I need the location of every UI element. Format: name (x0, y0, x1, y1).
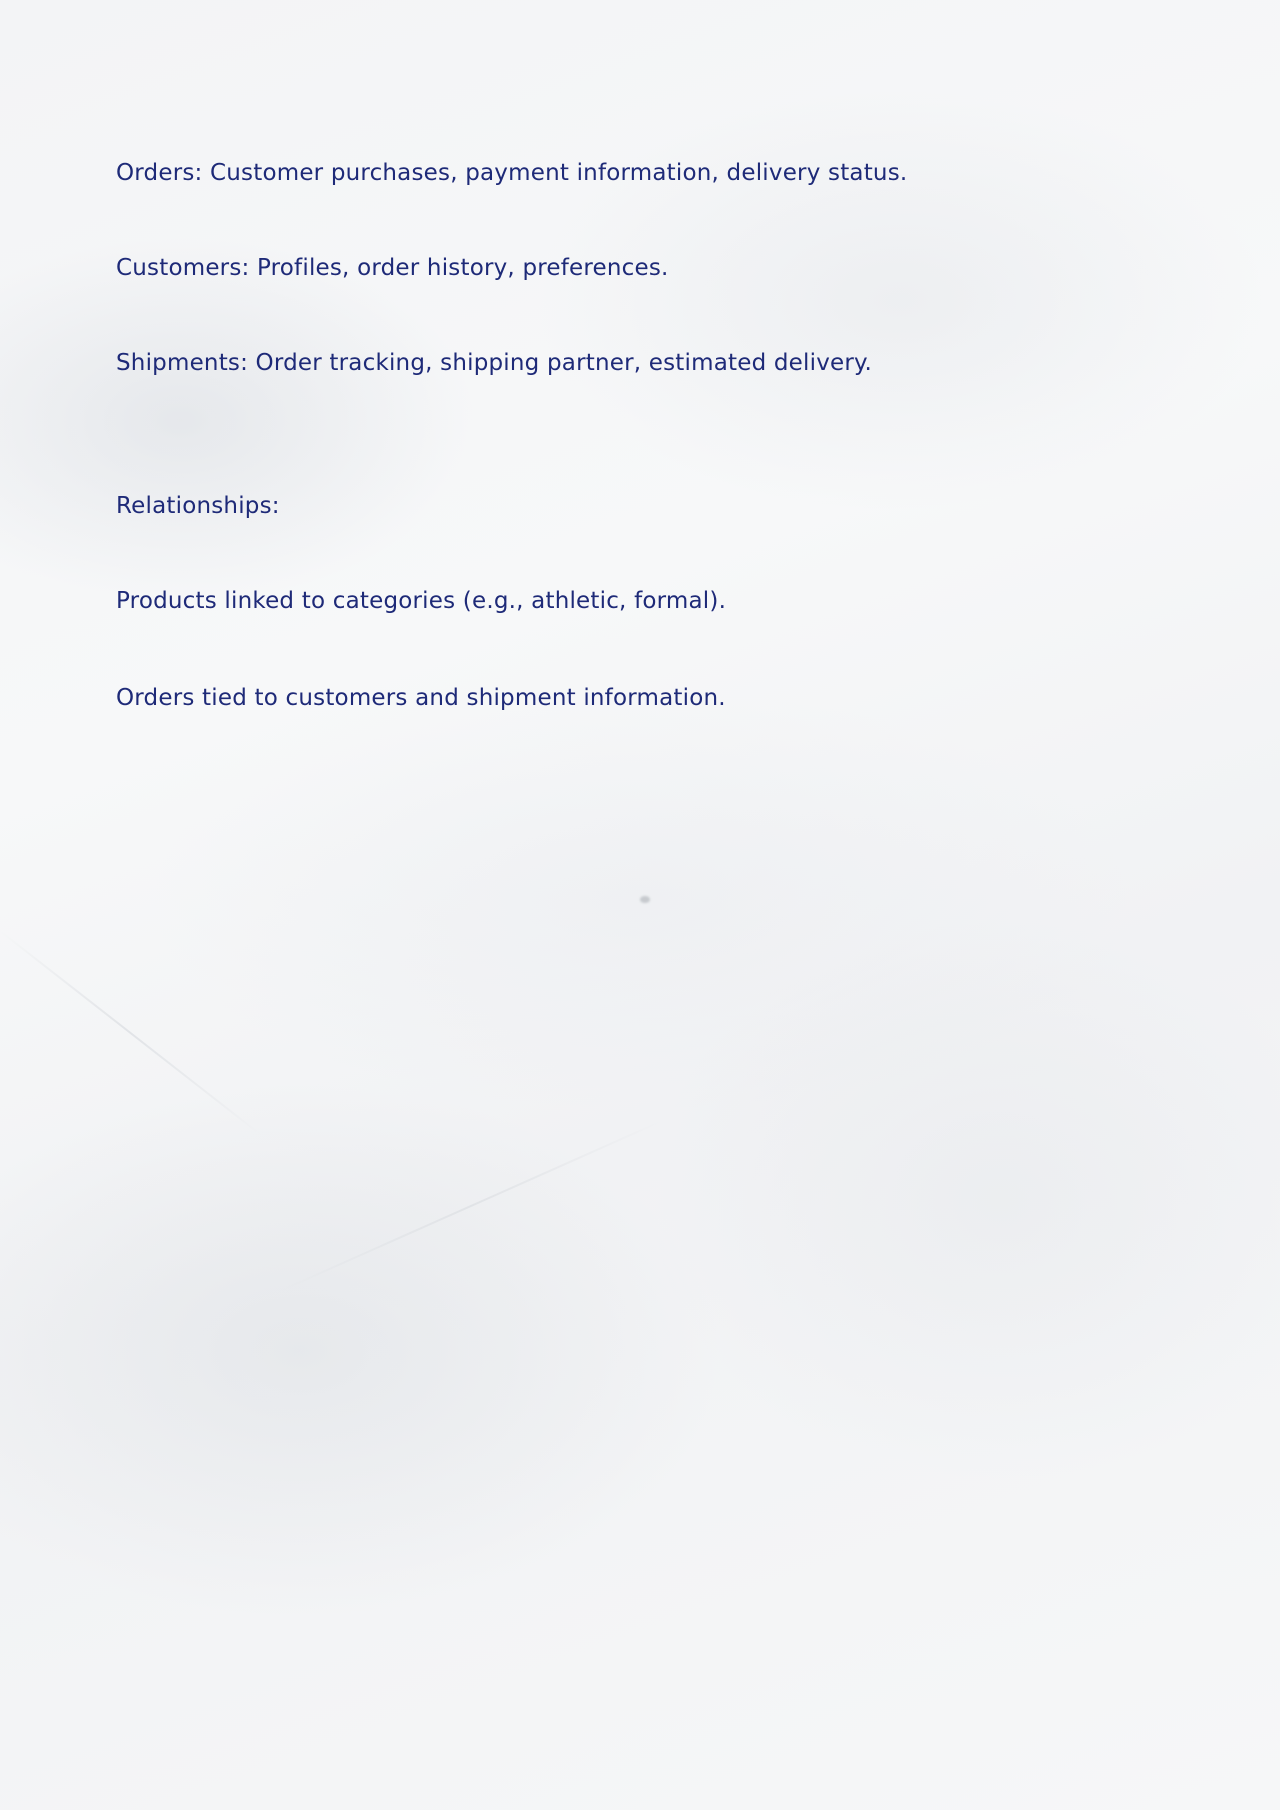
paper-crease (279, 1119, 665, 1292)
note-line-orders-relationship: Orders tied to customers and shipment in… (116, 685, 726, 711)
note-line-customers: Customers: Profiles, order history, pref… (116, 255, 669, 281)
relationships-heading: Relationships: (116, 493, 280, 519)
note-line-products-categories: Products linked to categories (e.g., ath… (116, 588, 727, 614)
handwritten-notes-page: { "notes": { "lines": [ "Orders: Custome… (0, 0, 1280, 1810)
note-line-shipments: Shipments: Order tracking, shipping part… (116, 350, 873, 376)
paper-speck (640, 896, 650, 903)
paper-crease (0, 930, 261, 1135)
note-line-orders: Orders: Customer purchases, payment info… (116, 160, 908, 186)
